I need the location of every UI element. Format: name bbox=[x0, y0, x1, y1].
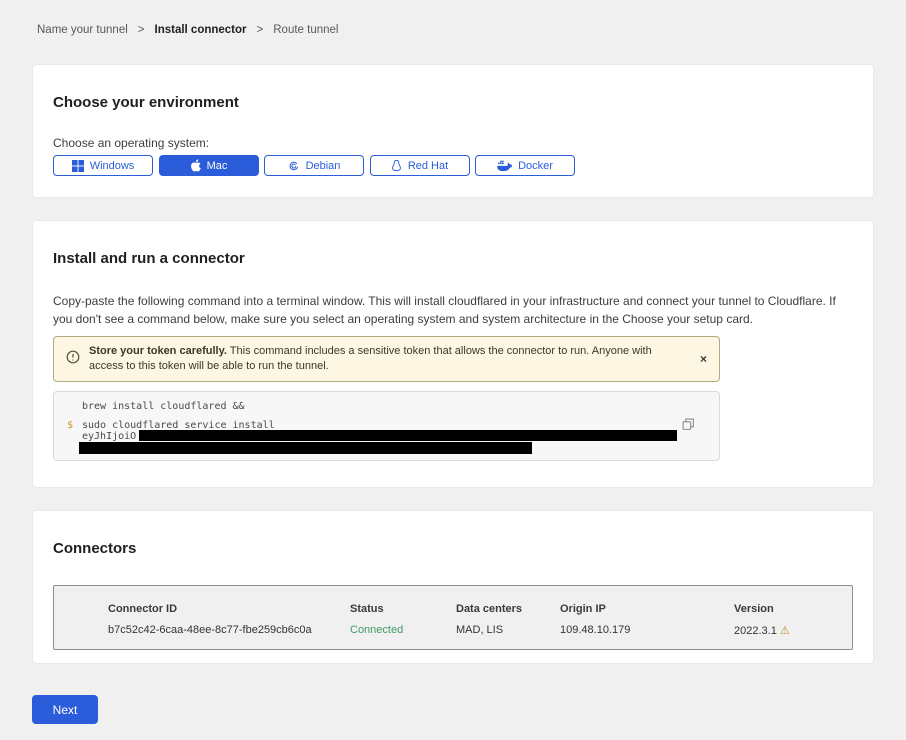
version-value: 2022.3.1 bbox=[734, 625, 777, 637]
column-header-connector-id: Connector ID bbox=[108, 603, 350, 615]
os-button-label: Debian bbox=[306, 160, 341, 172]
os-button-windows[interactable]: Windows bbox=[53, 155, 153, 176]
alert-circle-icon bbox=[66, 350, 80, 369]
environment-card: Choose your environment Choose an operat… bbox=[32, 64, 874, 198]
os-select-label: Choose an operating system: bbox=[53, 136, 853, 150]
install-card: Install and run a connector Copy-paste t… bbox=[32, 220, 874, 488]
column-header-version: Version bbox=[734, 603, 852, 615]
table-row: b7c52c42-6caa-48ee-8c77-fbe259cb6c0a Con… bbox=[108, 624, 852, 637]
code-token-prefix: eyJhIjoiO bbox=[82, 431, 136, 442]
column-header-data-centers: Data centers bbox=[456, 603, 560, 615]
os-button-label: Mac bbox=[207, 160, 228, 172]
connectors-card: Connectors Connector ID Status Data cent… bbox=[32, 510, 874, 664]
redacted-token-bar bbox=[79, 442, 532, 454]
token-warning-banner: Store your token carefully. This command… bbox=[53, 336, 720, 382]
os-button-mac[interactable]: Mac bbox=[159, 155, 259, 176]
column-header-status: Status bbox=[350, 603, 456, 615]
os-button-docker[interactable]: Docker bbox=[475, 155, 575, 176]
redacted-token-bar bbox=[139, 430, 677, 441]
breadcrumb-separator: > bbox=[138, 24, 145, 36]
cell-version: 2022.3.1 ⚠ bbox=[734, 624, 852, 637]
cell-status: Connected bbox=[350, 624, 456, 637]
version-warning-icon: ⚠ bbox=[780, 625, 790, 637]
os-button-debian[interactable]: Debian bbox=[264, 155, 364, 176]
windows-icon bbox=[72, 160, 84, 172]
install-card-title: Install and run a connector bbox=[53, 250, 853, 267]
cell-origin-ip: 109.48.10.179 bbox=[560, 624, 734, 637]
code-line-brew: brew install cloudflared && bbox=[82, 401, 245, 412]
os-button-redhat[interactable]: Red Hat bbox=[370, 155, 470, 176]
os-button-label: Docker bbox=[518, 160, 553, 172]
debian-icon bbox=[288, 160, 300, 172]
breadcrumb-separator: > bbox=[257, 24, 264, 36]
connectors-table-header: Connector ID Status Data centers Origin … bbox=[108, 603, 852, 615]
code-prompt: $ bbox=[67, 420, 73, 431]
token-warning-text: Store your token carefully. This command… bbox=[89, 344, 664, 374]
install-command-code-block: brew install cloudflared && $ sudo cloud… bbox=[53, 391, 720, 461]
breadcrumb: Name your tunnel > Install connector > R… bbox=[0, 0, 906, 36]
connectors-table: Connector ID Status Data centers Origin … bbox=[53, 585, 853, 650]
install-description: Copy-paste the following command into a … bbox=[53, 292, 848, 328]
os-button-label: Windows bbox=[90, 160, 135, 172]
docker-icon bbox=[497, 160, 512, 171]
environment-card-title: Choose your environment bbox=[53, 94, 853, 111]
column-header-origin-ip: Origin IP bbox=[560, 603, 734, 615]
redhat-icon bbox=[391, 159, 402, 172]
copy-icon[interactable] bbox=[682, 418, 695, 434]
next-button[interactable]: Next bbox=[32, 695, 98, 724]
breadcrumb-install-connector[interactable]: Install connector bbox=[155, 24, 247, 36]
token-warning-bold: Store your token carefully. bbox=[89, 345, 227, 357]
cell-connector-id: b7c52c42-6caa-48ee-8c77-fbe259cb6c0a bbox=[108, 624, 350, 637]
breadcrumb-route-tunnel[interactable]: Route tunnel bbox=[273, 24, 338, 36]
os-button-label: Red Hat bbox=[408, 160, 448, 172]
breadcrumb-name-your-tunnel[interactable]: Name your tunnel bbox=[37, 24, 128, 36]
close-icon[interactable]: × bbox=[700, 352, 707, 366]
apple-icon bbox=[190, 159, 201, 172]
cell-data-centers: MAD, LIS bbox=[456, 624, 560, 637]
os-button-group: Windows Mac Debian bbox=[53, 155, 853, 176]
connectors-card-title: Connectors bbox=[53, 540, 853, 557]
